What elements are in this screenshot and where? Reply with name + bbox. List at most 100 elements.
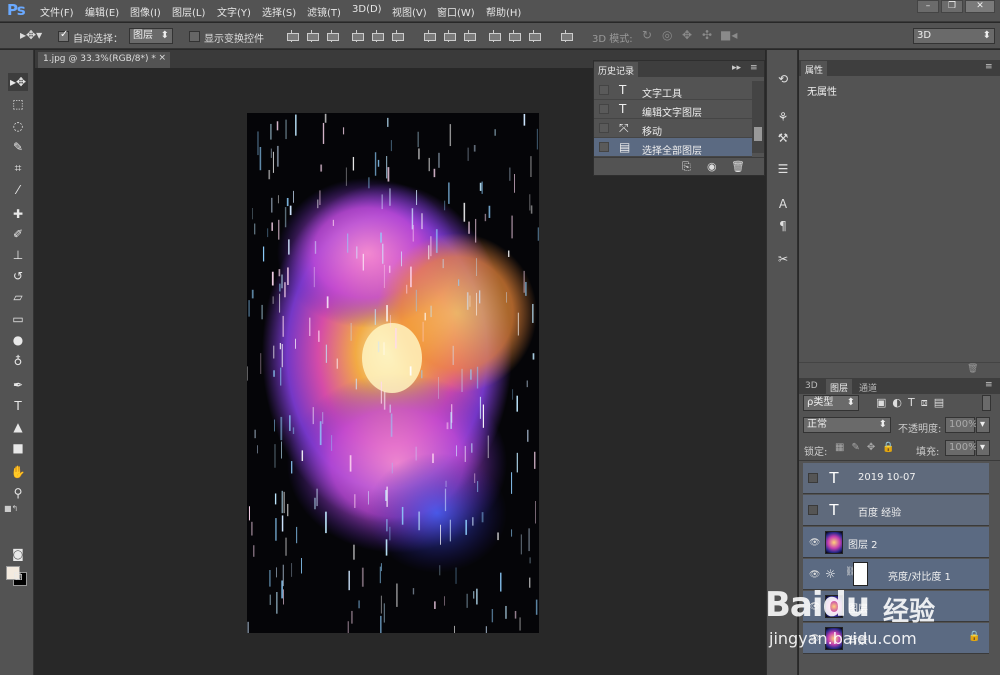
maximize-button[interactable]: ❐ (941, 0, 963, 13)
blur-tool-icon[interactable]: ● (8, 331, 28, 349)
layer-thumbnail[interactable] (825, 627, 843, 650)
menu-type[interactable]: 文字(Y) (217, 4, 251, 19)
menu-file[interactable]: 文件(F) (40, 4, 74, 19)
eye-icon[interactable]: 👁 (809, 570, 820, 580)
menu-window[interactable]: 窗口(W) (437, 4, 475, 19)
marquee-tool-icon[interactable]: ⬚ (8, 95, 28, 113)
distribute-bottom-icon[interactable] (462, 29, 476, 43)
quick-select-tool-icon[interactable]: ✎ (8, 138, 28, 156)
crop-tool-icon[interactable]: ⌗ (8, 159, 28, 177)
tool-presets-icon[interactable]: ⚒ (773, 129, 793, 147)
history-source-checkbox[interactable] (599, 123, 609, 133)
auto-align-icon[interactable] (559, 29, 573, 43)
menu-edit[interactable]: 编辑(E) (85, 4, 119, 19)
eye-icon[interactable]: 👁 (809, 538, 820, 548)
history-item[interactable]: ▤ 选择全部图层 (594, 138, 752, 157)
eraser-tool-icon[interactable]: ▱ (8, 288, 28, 306)
show-transform-checkbox[interactable] (189, 31, 200, 42)
close-tab-icon[interactable]: × (158, 53, 166, 63)
history-source-checkbox[interactable] (599, 142, 609, 152)
gradient-tool-icon[interactable]: ▭ (8, 310, 28, 328)
menu-filter[interactable]: 滤镜(T) (307, 4, 341, 19)
character-panel-icon[interactable]: A (773, 195, 793, 213)
eye-icon[interactable]: 👁 (809, 602, 820, 612)
opacity-input[interactable]: 100% (945, 417, 978, 433)
shape-tool-icon[interactable]: ■ (8, 439, 28, 457)
visibility-toggle[interactable] (808, 505, 818, 515)
panel-collapse-icon[interactable]: ▸▸ (732, 63, 741, 73)
type-tool-icon[interactable]: T (8, 397, 28, 415)
document-tab[interactable]: 1.jpg @ 33.3%(RGB/8*) * × (38, 52, 170, 68)
quick-mask-icon[interactable]: ◙ (8, 545, 28, 563)
panel-menu-icon[interactable]: ≡ (985, 62, 993, 72)
tab-3d[interactable]: 3D (801, 379, 822, 394)
tab-channels[interactable]: 通道 (855, 379, 881, 394)
trash-icon[interactable]: 🗑 (731, 160, 745, 173)
3d-rotate-icon[interactable]: ↻ (642, 28, 652, 42)
dodge-tool-icon[interactable]: ♁ (8, 352, 28, 370)
history-source-checkbox[interactable] (599, 104, 609, 114)
distribute-left-icon[interactable] (487, 29, 501, 43)
pen-tool-icon[interactable]: ✒ (8, 376, 28, 394)
move-tool-preset-icon[interactable]: ▸✥▾ (20, 28, 42, 42)
layer-row[interactable]: T 2019 10-07 (803, 463, 989, 494)
blend-mode-dropdown[interactable]: 正常 ⬍ (803, 417, 891, 433)
menu-view[interactable]: 视图(V) (392, 4, 427, 19)
history-brush-tool-icon[interactable]: ↺ (8, 267, 28, 285)
document-canvas-image[interactable] (247, 113, 539, 633)
menu-image[interactable]: 图像(I) (130, 4, 161, 19)
layer-mask-thumbnail[interactable] (853, 562, 868, 586)
distribute-right-icon[interactable] (527, 29, 541, 43)
visibility-toggle[interactable] (808, 473, 818, 483)
layer-thumbnail[interactable] (825, 531, 843, 554)
zoom-tool-icon[interactable]: ⚲ (8, 484, 28, 502)
distribute-vcenter-icon[interactable] (442, 29, 456, 43)
trash-icon[interactable]: 🗑 (967, 364, 978, 374)
minimize-button[interactable]: – (917, 0, 939, 13)
tab-layers[interactable]: 图层 (826, 379, 853, 394)
distribute-top-icon[interactable] (422, 29, 436, 43)
layer-row[interactable]: 👁 图层 2 (803, 527, 989, 558)
history-panel-tab[interactable]: 历史记录 (594, 62, 639, 77)
3d-roll-icon[interactable]: ◎ (662, 28, 672, 42)
align-vcenter-icon[interactable] (305, 29, 319, 43)
new-document-from-state-icon[interactable]: ⎘ (682, 160, 691, 174)
brush-presets-icon[interactable]: ⚘ (773, 108, 793, 126)
layer-row[interactable]: T 百度 经验 (803, 495, 989, 526)
path-select-tool-icon[interactable]: ▲ (8, 418, 28, 436)
eye-icon[interactable]: 👁 (809, 634, 820, 644)
auto-select-dropdown[interactable]: 图层 ⬍ (129, 28, 173, 44)
screen-mode-icon[interactable]: ⧉ (8, 567, 28, 585)
history-item[interactable]: ⤧ 移动 (594, 119, 752, 138)
layer-filter-icons[interactable]: ▣◐T⧈▤ (876, 396, 950, 410)
panel-menu-icon[interactable]: ≡ (985, 380, 993, 390)
3d-drag-icon[interactable]: ✥ (682, 28, 692, 42)
close-window-button[interactable]: ✕ (965, 0, 995, 13)
lock-options-icons[interactable]: ▦✎✥🔒 (835, 442, 902, 453)
align-bottom-icon[interactable] (325, 29, 339, 43)
filter-toggle[interactable] (982, 395, 991, 411)
align-left-icon[interactable] (350, 29, 364, 43)
layer-row[interactable]: 👁 背景 🔒 (803, 623, 989, 654)
lasso-tool-icon[interactable]: ◌ (8, 117, 28, 135)
brush-tool-icon[interactable]: ✐ (8, 225, 28, 243)
menu-layer[interactable]: 图层(L) (172, 4, 205, 19)
move-tool-icon[interactable]: ▸✥ (8, 73, 28, 91)
distribute-hcenter-icon[interactable] (507, 29, 521, 43)
history-panel-icon[interactable]: ⟲ (773, 70, 793, 88)
history-scrollbar[interactable] (752, 81, 764, 153)
healing-brush-tool-icon[interactable]: ✚ (8, 205, 28, 223)
auto-select-checkbox[interactable]: ✓ (58, 29, 69, 42)
workspace-dropdown[interactable]: 3D ⬍ (913, 28, 995, 44)
eyedropper-tool-icon[interactable]: ⁄ (8, 181, 28, 199)
clone-stamp-tool-icon[interactable]: ⊥ (8, 246, 28, 264)
properties-tab[interactable]: 属性 (801, 61, 828, 76)
layer-row[interactable]: 👁 ☼ ⛓ 亮度/对比度 1 (803, 559, 989, 590)
menu-3d[interactable]: 3D(D) (352, 4, 382, 15)
align-top-icon[interactable] (285, 29, 299, 43)
snapshot-camera-icon[interactable]: ◉ (707, 160, 717, 173)
history-item[interactable]: T 编辑文字图层 (594, 100, 752, 119)
history-source-checkbox[interactable] (599, 85, 609, 95)
opacity-stepper[interactable]: ▾ (976, 417, 990, 433)
fill-stepper[interactable]: ▾ (976, 440, 990, 456)
